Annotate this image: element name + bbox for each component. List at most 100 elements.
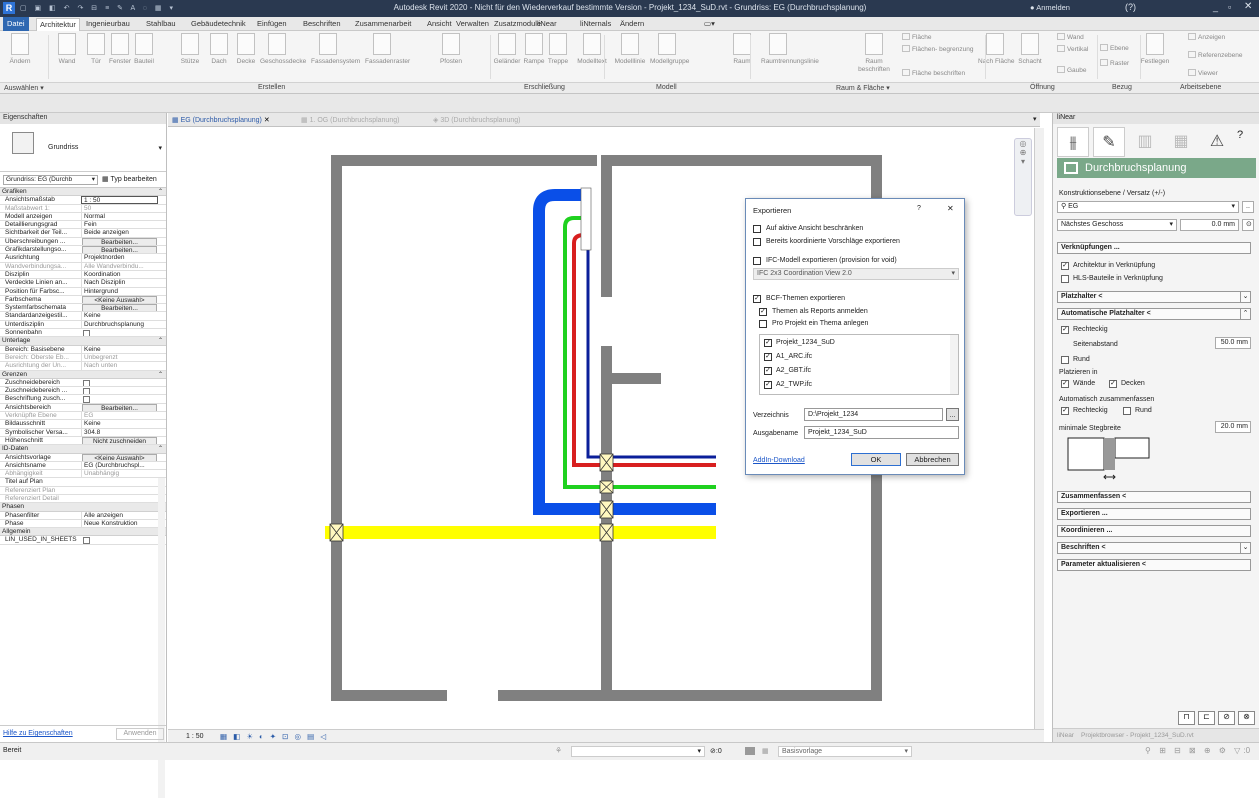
revit-logo[interactable]: R xyxy=(3,2,15,14)
property-checkbox[interactable] xyxy=(83,396,90,403)
warning-icon[interactable]: ⚠ xyxy=(1201,127,1233,157)
property-row[interactable]: Ansichtsmaßstab 1 : 50 xyxy=(0,196,166,205)
file-checkbox[interactable]: ✓ xyxy=(764,353,772,361)
property-edit-button[interactable]: Bearbeiten... xyxy=(82,403,157,411)
property-row[interactable]: Höhenschnitt Nicht zuschneiden xyxy=(0,436,166,446)
ribbon-button-modellgruppe[interactable]: Modellgruppe xyxy=(650,33,689,65)
tag-icon[interactable]: ⊘ xyxy=(1218,711,1235,725)
property-row[interactable]: Ausrichtung Projektnorden xyxy=(0,254,166,263)
login[interactable]: ● Anmelden xyxy=(1030,3,1070,12)
property-row[interactable]: Sonnenbahn xyxy=(0,329,166,338)
rect-checkbox[interactable]: ✓ xyxy=(1061,326,1069,334)
ribbon-small-viewer[interactable]: Viewer xyxy=(1188,69,1218,77)
property-row[interactable]: Standardanzeigestil... Keine xyxy=(0,312,166,321)
restore-icon[interactable]: ▫ xyxy=(1228,2,1231,12)
ok-button[interactable]: OK xyxy=(851,453,901,466)
property-row[interactable]: Bereich: Basisebene Keine xyxy=(0,345,166,354)
property-row[interactable]: Referenziert Detail xyxy=(0,495,166,504)
property-group[interactable]: ID-Daten xyxy=(0,445,166,454)
ifc-export-checkbox[interactable] xyxy=(753,257,761,265)
property-row[interactable]: Wandverbindungsa... Alle Wandverbindu... xyxy=(0,262,166,271)
property-row[interactable]: Zuschneidebereich xyxy=(0,379,166,388)
ribbon-button-raum-beschriften[interactable]: Raum beschriften xyxy=(856,33,892,74)
property-edit-button[interactable]: Bearbeiten... xyxy=(82,237,157,246)
tab-stahlbau[interactable]: Stahlbau xyxy=(146,19,176,28)
property-edit-button[interactable]: <Keine Auswahl> xyxy=(82,295,157,304)
property-row[interactable]: Bereich: Oberste Eb... Unbegrenzt xyxy=(0,353,166,363)
file-checkbox[interactable]: ✓ xyxy=(764,367,772,375)
browse-button[interactable]: ... xyxy=(946,408,959,421)
view-control-icons[interactable]: ▦ ◧ ☀ ◐ ✦ ⊡ ◎ ▤ ◁ xyxy=(220,732,328,741)
dialog-help-button[interactable]: ? xyxy=(917,205,921,212)
min-web-input[interactable]: 20.0 mm xyxy=(1215,421,1251,433)
property-row[interactable]: Abhängigkeit Unabhängig xyxy=(0,470,166,479)
ribbon-button-raumtrennungslinie[interactable]: Raumtrennungslinie xyxy=(761,33,819,65)
properties-help-link[interactable]: Hilfe zu Eigenschaften xyxy=(3,730,73,737)
report-icon[interactable]: ⊗ xyxy=(1238,711,1255,725)
property-group[interactable]: Grenzen xyxy=(0,370,166,379)
file-checkbox[interactable]: ✓ xyxy=(764,381,772,389)
filter-design-icon[interactable]: ▦ xyxy=(762,747,769,755)
export-coordinated-checkbox[interactable] xyxy=(753,238,761,246)
bcf-checkbox[interactable]: ✓ xyxy=(753,295,761,303)
property-row[interactable]: Farbschema <Keine Auswahl> xyxy=(0,295,166,305)
ribbon-button-fassadenraster[interactable]: Fassadenraster xyxy=(365,33,410,65)
property-row[interactable]: Bildausschnitt Keine xyxy=(0,420,166,429)
property-row[interactable]: Titel auf Plan xyxy=(0,478,166,487)
property-row[interactable]: Unterdisziplin Durchbruchsplanung xyxy=(0,320,166,330)
property-checkbox[interactable] xyxy=(83,379,90,387)
property-row[interactable]: Ansichtsvorlage <Keine Auswahl> xyxy=(0,453,166,462)
tab-extra-icon[interactable]: ▭▾ xyxy=(704,19,715,28)
canvas-scrollbar[interactable] xyxy=(1034,128,1044,729)
auto-placeholder-section[interactable]: Automatische Platzhalter < ⌃ xyxy=(1057,308,1251,320)
sliders-icon[interactable]: ⫵ xyxy=(1057,127,1089,157)
merge-round-checkbox[interactable] xyxy=(1123,407,1131,415)
layout-icon[interactable]: ⊓ xyxy=(1178,711,1195,725)
tab-ansicht[interactable]: Ansicht xyxy=(427,19,452,28)
chart-icon[interactable]: ▥ xyxy=(1129,127,1161,157)
help-icon[interactable]: (?) xyxy=(1125,2,1136,12)
section-beschriften-[interactable]: Beschriften < ⌄ xyxy=(1057,542,1251,554)
ribbon-small-raster[interactable]: Raster xyxy=(1100,59,1129,67)
property-row[interactable]: Verdeckte Linien an... Nach Disziplin xyxy=(0,279,166,288)
minimize-icon[interactable]: _ xyxy=(1213,2,1218,12)
addin-download-link[interactable]: AddIn-Download xyxy=(753,457,805,464)
ribbon-small-anzeigen[interactable]: Anzeigen xyxy=(1188,33,1225,41)
pencil-icon[interactable]: ✎ xyxy=(1093,127,1125,157)
tab-zusatzmodule[interactable]: Zusatzmodule xyxy=(494,19,541,28)
cancel-button[interactable]: Abbrechen xyxy=(906,453,959,466)
apply-button[interactable]: Anwenden xyxy=(116,728,164,740)
per-project-checkbox[interactable] xyxy=(759,320,767,328)
property-row[interactable]: Ansichtsbereich Bearbeiten... xyxy=(0,403,166,413)
dialog-close-icon[interactable]: ✕ xyxy=(947,204,954,213)
arch-link-checkbox[interactable]: ✓ xyxy=(1061,262,1069,270)
quick-access-toolbar[interactable]: ▢ ▣ ◧ ↶ ↷ ⊟ ≡ ✎ A ◌ ▦ ▾ xyxy=(20,4,310,13)
ribbon-button-decke[interactable]: Decke xyxy=(229,33,263,65)
property-row[interactable]: Phasenfilter Alle anzeigen xyxy=(0,511,166,520)
property-row[interactable]: Position für Farbsc... Hintergrund xyxy=(0,287,166,296)
next-level-select[interactable]: Nächstes Geschoss ▾ xyxy=(1057,219,1177,231)
property-group[interactable]: Phasen xyxy=(0,503,166,512)
tab-project-browser[interactable]: Projektbrowser - Projekt_1234_SuD.rvt xyxy=(1081,732,1194,739)
property-edit-button[interactable]: Nicht zuschneiden xyxy=(82,436,157,445)
property-row[interactable]: Disziplin Koordination xyxy=(0,270,166,280)
property-row[interactable]: Ansichtsname EG (Durchbruchspl... xyxy=(0,461,166,471)
tab-verwalten[interactable]: Verwalten xyxy=(456,19,489,28)
file-checkbox[interactable]: ✓ xyxy=(764,339,772,347)
ribbon-button-bauteil[interactable]: Bauteil xyxy=(127,33,161,65)
export-icon[interactable]: ⊏ xyxy=(1198,711,1215,725)
tab-datei[interactable]: Datei xyxy=(3,17,29,31)
placeholder-section[interactable]: Platzhalter < ⌄ xyxy=(1057,291,1251,303)
tab-linear[interactable]: liNear xyxy=(1057,732,1074,739)
ribbon-small-flaeche[interactable]: Fläche xyxy=(902,33,932,41)
round-checkbox[interactable] xyxy=(1061,356,1069,364)
tab-view-3d[interactable]: ◈ 3D (Durchbruchsplanung) xyxy=(433,116,520,124)
property-row[interactable]: LIN_USED_IN_SHEETS xyxy=(0,536,166,545)
design-option-icon[interactable] xyxy=(745,747,755,755)
selection-filter-icons[interactable]: ⚲ ⊞ ⊟ ⊠ ⊕ ⚙ ▽:0 xyxy=(1145,746,1250,755)
property-input[interactable]: 1 : 50 xyxy=(81,196,158,204)
tab-einfügen[interactable]: Einfügen xyxy=(257,19,287,28)
property-row[interactable]: Grafikdarstellungso... Bearbeiten... xyxy=(0,246,166,255)
ribbon-button-fassadensystem[interactable]: Fassadensystem xyxy=(311,33,360,65)
property-row[interactable]: Maßstabwert 1: 50 xyxy=(0,204,166,213)
